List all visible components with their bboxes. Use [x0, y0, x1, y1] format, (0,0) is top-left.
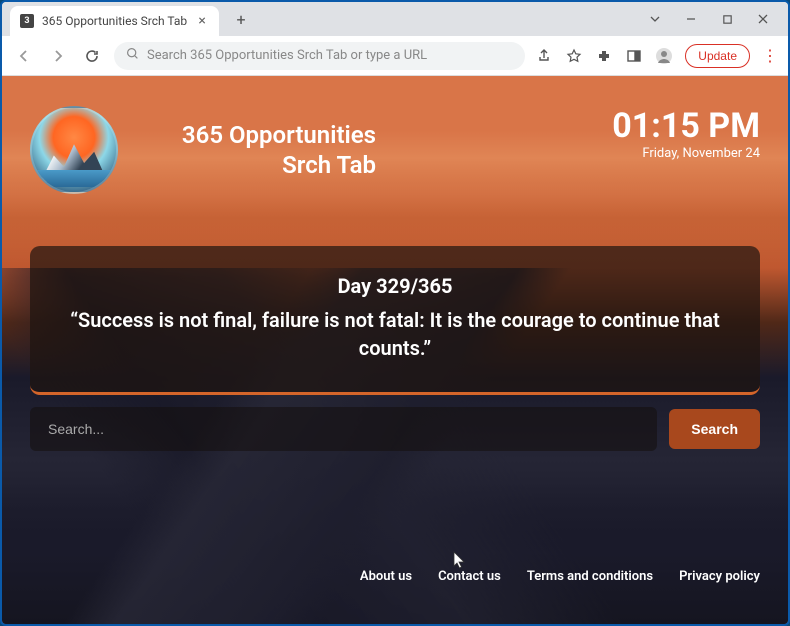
browser-tab[interactable]: 3 365 Opportunities Srch Tab ×: [10, 6, 219, 36]
dropdown-icon[interactable]: [646, 10, 664, 28]
search-input[interactable]: [30, 407, 657, 451]
brand: 365 Opportunities Srch Tab: [30, 106, 376, 194]
brand-title: 365 Opportunities Srch Tab: [136, 120, 376, 180]
share-icon[interactable]: [535, 47, 553, 65]
sidepanel-icon[interactable]: [625, 47, 643, 65]
profile-icon[interactable]: [655, 47, 673, 65]
menu-icon[interactable]: ⋮: [762, 46, 778, 65]
search-button[interactable]: Search: [669, 409, 760, 449]
window-controls: [646, 10, 780, 28]
logo-icon: [30, 106, 118, 194]
maximize-icon[interactable]: [718, 10, 736, 28]
close-icon[interactable]: [754, 10, 772, 28]
footer-link-contact[interactable]: Contact us: [438, 569, 501, 584]
bookmark-icon[interactable]: [565, 47, 583, 65]
omnibox-placeholder: Search 365 Opportunities Srch Tab or typ…: [147, 48, 427, 63]
footer-link-terms[interactable]: Terms and conditions: [527, 569, 653, 584]
footer-links: About us Contact us Terms and conditions…: [30, 569, 760, 594]
clock-date: Friday, November 24: [612, 146, 760, 161]
footer-link-about[interactable]: About us: [360, 569, 412, 584]
clock: 01:15 PM Friday, November 24: [612, 106, 760, 161]
titlebar: 3 365 Opportunities Srch Tab × +: [2, 2, 788, 36]
close-tab-icon[interactable]: ×: [195, 14, 209, 28]
footer-link-privacy[interactable]: Privacy policy: [679, 569, 760, 584]
clock-time: 01:15 PM: [612, 106, 760, 146]
forward-button[interactable]: [46, 44, 70, 68]
search-row: Search: [30, 407, 760, 451]
minimize-icon[interactable]: [682, 10, 700, 28]
extensions-icon[interactable]: [595, 47, 613, 65]
quote-box: Day 329/365 “Success is not final, failu…: [30, 246, 760, 395]
tab-title: 365 Opportunities Srch Tab: [42, 14, 187, 28]
omnibox[interactable]: Search 365 Opportunities Srch Tab or typ…: [114, 42, 525, 70]
browser-window: 3 365 Opportunities Srch Tab × +: [0, 0, 790, 626]
back-button[interactable]: [12, 44, 36, 68]
quote-text: “Success is not final, failure is not fa…: [70, 306, 720, 362]
new-tab-button[interactable]: +: [227, 5, 255, 33]
address-bar: Search 365 Opportunities Srch Tab or typ…: [2, 36, 788, 76]
quote-day: Day 329/365: [70, 274, 720, 298]
page-content: 365 Opportunities Srch Tab 01:15 PM Frid…: [2, 76, 788, 624]
search-icon: [126, 47, 139, 64]
update-button[interactable]: Update: [685, 44, 750, 68]
favicon: 3: [20, 14, 34, 28]
reload-button[interactable]: [80, 44, 104, 68]
